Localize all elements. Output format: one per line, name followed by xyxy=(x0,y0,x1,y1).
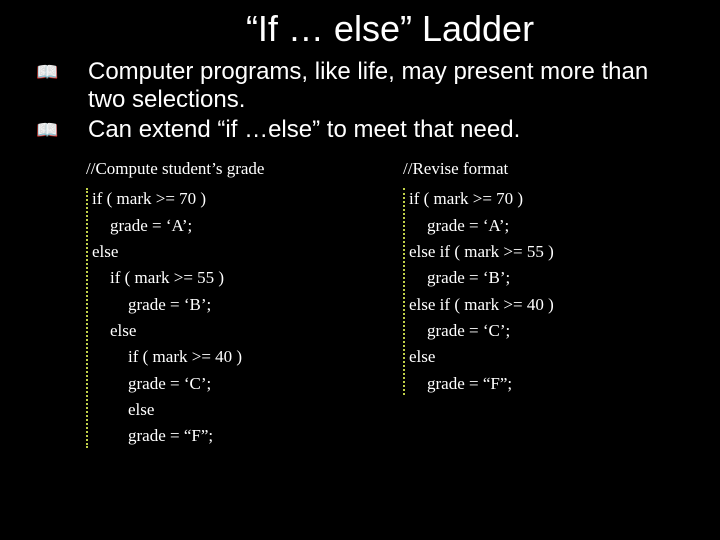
code-block-left: if ( mark >= 70 ) grade = ‘A’; else if (… xyxy=(86,186,373,449)
book-icon: 📖 xyxy=(30,58,88,86)
code-column-left: //Compute student’s grade if ( mark >= 7… xyxy=(86,156,373,450)
book-icon: 📖 xyxy=(30,116,88,144)
code-columns: //Compute student’s grade if ( mark >= 7… xyxy=(30,156,690,450)
code-line: else xyxy=(92,397,373,423)
code-line: grade = ‘B’; xyxy=(409,265,690,291)
bullet-item: 📖 Computer programs, like life, may pres… xyxy=(30,58,690,114)
code-heading: //Revise format xyxy=(403,156,690,182)
dotted-bar-icon xyxy=(86,188,88,447)
code-line: else xyxy=(409,344,690,370)
code-heading: //Compute student’s grade xyxy=(86,156,373,182)
code-line: if ( mark >= 40 ) xyxy=(92,344,373,370)
code-line: else xyxy=(92,318,373,344)
bullet-text: Computer programs, like life, may presen… xyxy=(88,58,690,114)
code-line: grade = ‘C’; xyxy=(409,318,690,344)
code-line: grade = ‘A’; xyxy=(92,213,373,239)
code-line: if ( mark >= 70 ) xyxy=(409,186,690,212)
code-line: grade = ‘C’; xyxy=(92,371,373,397)
code-line: else if ( mark >= 40 ) xyxy=(409,292,690,318)
bullet-list: 📖 Computer programs, like life, may pres… xyxy=(30,58,690,144)
bullet-text: Can extend “if …else” to meet that need. xyxy=(88,116,520,144)
code-line: grade = ‘A’; xyxy=(409,213,690,239)
dotted-bar-icon xyxy=(403,188,405,395)
code-line: if ( mark >= 70 ) xyxy=(92,186,373,212)
code-line: grade = ‘B’; xyxy=(92,292,373,318)
bullet-item: 📖 Can extend “if …else” to meet that nee… xyxy=(30,116,690,144)
slide-title: “If … else” Ladder xyxy=(30,8,690,50)
code-line: else xyxy=(92,239,373,265)
code-column-right: //Revise format if ( mark >= 70 ) grade … xyxy=(403,156,690,450)
code-line: if ( mark >= 55 ) xyxy=(92,265,373,291)
slide: “If … else” Ladder 📖 Computer programs, … xyxy=(0,0,720,540)
code-line: grade = “F”; xyxy=(92,423,373,449)
code-line: grade = “F”; xyxy=(409,371,690,397)
code-line: else if ( mark >= 55 ) xyxy=(409,239,690,265)
code-block-right: if ( mark >= 70 ) grade = ‘A’; else if (… xyxy=(403,186,690,397)
